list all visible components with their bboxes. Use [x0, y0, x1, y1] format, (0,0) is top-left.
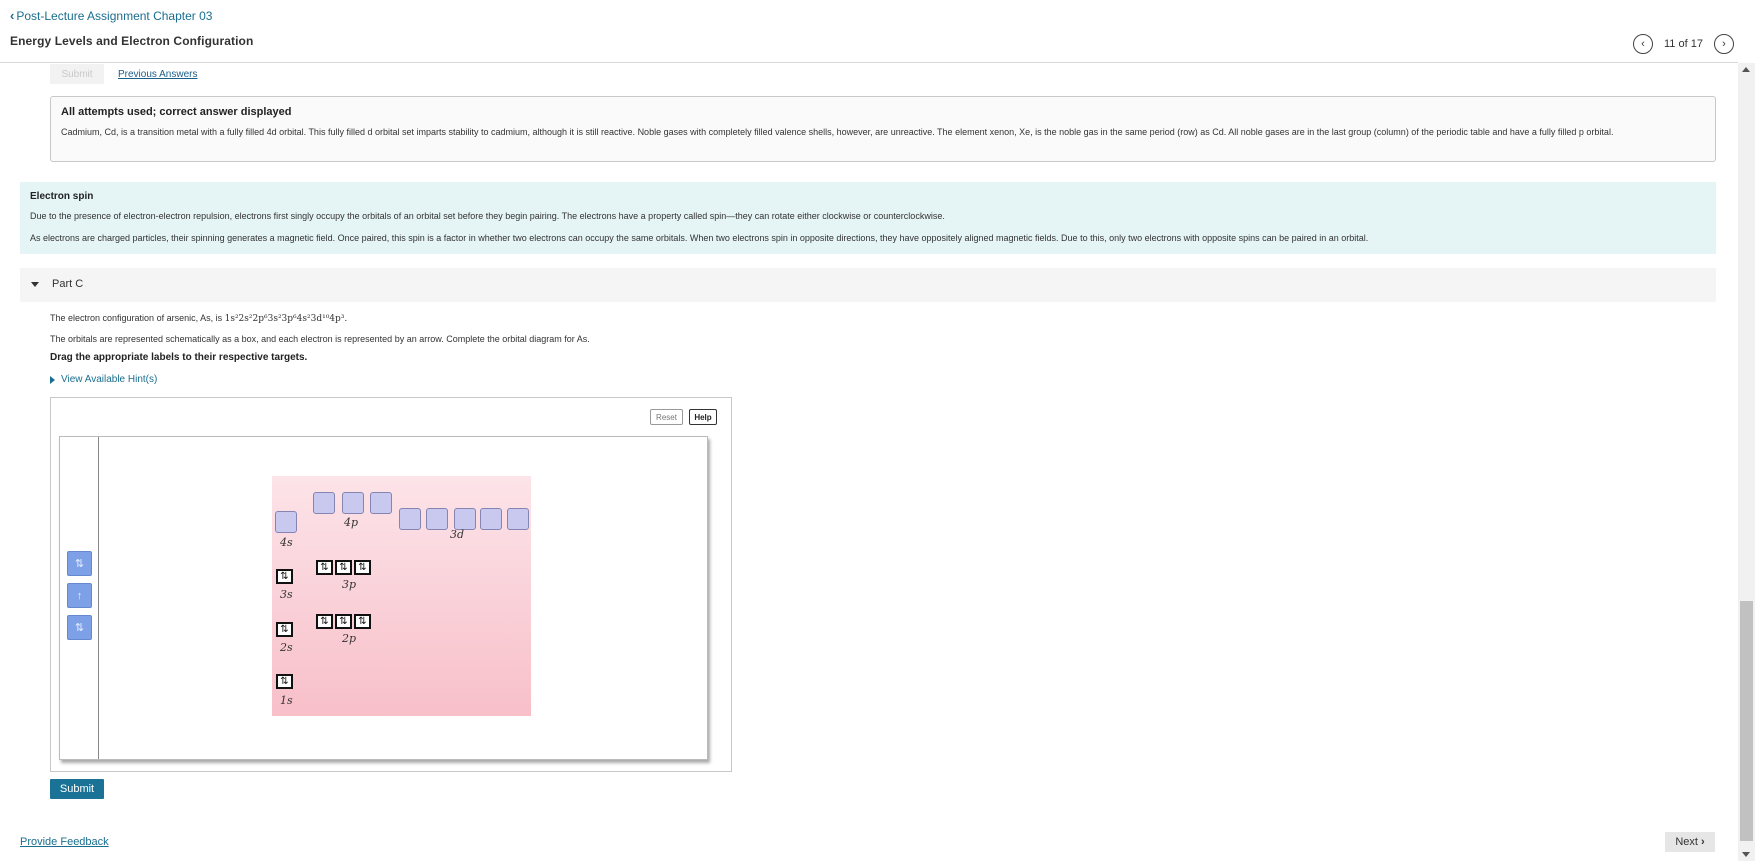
label-palette: ⇅ ↑ ⇅ — [60, 437, 99, 759]
drop-target-3d[interactable] — [454, 508, 476, 530]
view-hints-toggle[interactable]: View Available Hint(s) — [50, 374, 157, 385]
draggable-single-arrow-label[interactable]: ↑ — [67, 583, 92, 608]
filled-orbital-2p: ⇅ — [335, 614, 352, 629]
drop-target-3d[interactable] — [480, 508, 502, 530]
drag-instruction: Drag the appropriate labels to their res… — [50, 352, 308, 363]
reset-button[interactable]: Reset — [650, 409, 683, 425]
filled-orbital-2p: ⇅ — [354, 614, 371, 629]
drop-target-4p[interactable] — [370, 492, 392, 514]
electron-spin-info-box: Electron spin Due to the presence of ele… — [20, 182, 1716, 254]
feedback-text: Cadmium, Cd, is a transition metal with … — [61, 127, 1614, 137]
filled-orbital-2p: ⇅ — [316, 614, 333, 629]
next-item-button[interactable]: › — [1714, 34, 1734, 54]
scroll-up-arrow-icon[interactable] — [1742, 67, 1750, 72]
orbital-label-1s: 1s — [280, 694, 293, 707]
drop-target-3d[interactable] — [507, 508, 529, 530]
orbitals-text: The orbitals are represented schematical… — [50, 334, 590, 344]
hint-label: View Available Hint(s) — [61, 374, 158, 385]
caret-right-icon — [50, 375, 55, 384]
draggable-paired-arrows-label[interactable]: ⇅ — [67, 615, 92, 640]
previous-answers-link[interactable]: Previous Answers — [118, 69, 197, 80]
filled-orbital-3p: ⇅ — [335, 560, 352, 575]
info-paragraph-2: As electrons are charged particles, thei… — [30, 233, 1369, 243]
info-title: Electron spin — [30, 191, 94, 202]
chevron-right-icon: › — [1722, 38, 1726, 50]
filled-orbital-2s: ⇅ — [276, 622, 293, 637]
scrollbar-thumb[interactable] — [1740, 601, 1753, 841]
filled-orbital-3s: ⇅ — [276, 569, 293, 584]
header-divider — [0, 62, 1738, 63]
back-link-label: Post-Lecture Assignment Chapter 03 — [16, 8, 213, 23]
orbital-label-3d: 3d — [450, 528, 465, 541]
filled-orbital-3p: ⇅ — [354, 560, 371, 575]
back-to-assignment-link[interactable]: ‹ Post-Lecture Assignment Chapter 03 — [10, 8, 212, 23]
orbital-diagram: 4s 4p 3d ⇅ 3s ⇅ ⇅ ⇅ 3p ⇅ 2s ⇅ ⇅ ⇅ 2p ⇅ 1… — [272, 476, 531, 716]
provide-feedback-link[interactable]: Provide Feedback — [20, 836, 109, 848]
caret-down-icon — [31, 282, 39, 287]
config-prefix: The electron configuration of arsenic, A… — [50, 313, 225, 323]
filled-orbital-1s: ⇅ — [276, 674, 293, 689]
chevron-left-icon: ‹ — [10, 8, 15, 23]
drop-target-4p[interactable] — [313, 492, 335, 514]
chevron-left-icon: ‹ — [1641, 38, 1645, 50]
orbital-label-2p: 2p — [342, 632, 357, 645]
draggable-paired-arrows-label[interactable]: ⇅ — [67, 551, 92, 576]
chevron-right-icon: › — [1700, 836, 1705, 848]
orbital-label-3s: 3s — [280, 588, 293, 601]
previous-submit-button[interactable]: Submit — [50, 64, 104, 84]
scroll-down-arrow-icon[interactable] — [1742, 852, 1750, 857]
feedback-title: All attempts used; correct answer displa… — [61, 106, 292, 118]
submit-button[interactable]: Submit — [50, 779, 104, 799]
filled-orbital-3p: ⇅ — [316, 560, 333, 575]
drop-target-4s[interactable] — [275, 511, 297, 533]
drop-target-4p[interactable] — [342, 492, 364, 514]
info-paragraph-1: Due to the presence of electron-electron… — [30, 211, 945, 221]
help-button[interactable]: Help — [689, 409, 717, 425]
orbital-label-4s: 4s — [280, 536, 293, 549]
orbital-label-2s: 2s — [280, 641, 293, 654]
previous-item-button[interactable]: ‹ — [1633, 34, 1653, 54]
config-text: The electron configuration of arsenic, A… — [50, 313, 347, 324]
part-c-label: Part C — [52, 278, 84, 290]
next-button[interactable]: Next › — [1665, 832, 1715, 852]
orbital-label-3p: 3p — [342, 578, 357, 591]
part-c-header[interactable]: Part C — [20, 268, 1716, 302]
page-title: Energy Levels and Electron Configuration — [10, 34, 254, 48]
drop-target-3d[interactable] — [426, 508, 448, 530]
config-formula: 1s²2s²2p⁶3s²3p⁶4s²3d¹⁰4p³. — [224, 314, 348, 324]
orbital-label-4p: 4p — [344, 516, 359, 529]
feedback-box: All attempts used; correct answer displa… — [50, 96, 1716, 162]
drop-target-3d[interactable] — [399, 508, 421, 530]
pager-text: 11 of 17 — [1664, 38, 1703, 50]
next-label: Next — [1675, 836, 1698, 848]
scrollbar[interactable] — [1738, 63, 1755, 861]
